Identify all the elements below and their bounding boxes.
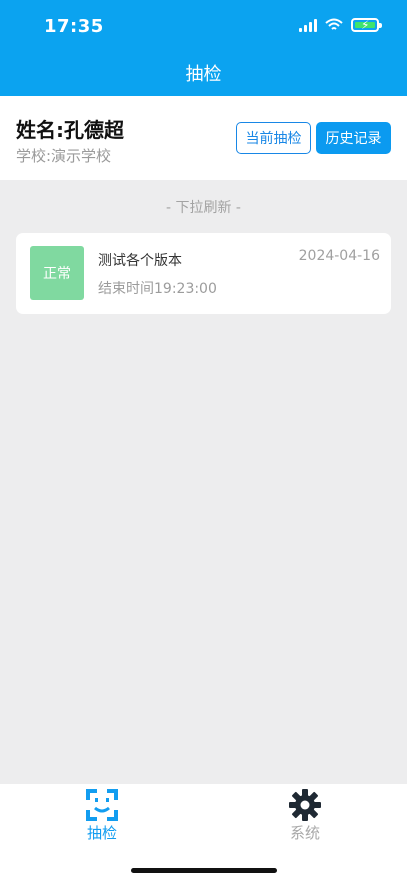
record-title: 测试各个版本: [98, 253, 182, 269]
user-name: 姓名:孔德超: [16, 118, 124, 142]
page-title: 抽检: [185, 64, 222, 85]
pull-to-refresh-hint: - 下拉刷新 -: [165, 200, 241, 216]
cellular-signal-icon: [299, 18, 317, 32]
gear-icon: [289, 789, 321, 821]
record-date: 2024-04-16: [298, 248, 380, 264]
tab-inspection-label: 抽检: [86, 824, 117, 842]
history-records-button[interactable]: 历史记录: [316, 122, 391, 154]
user-school: 学校:演示学校: [16, 147, 112, 165]
wifi-icon: [325, 18, 343, 30]
record-end-time: 结束时间19:23:00: [98, 281, 217, 297]
tab-inspection[interactable]: 抽检: [42, 788, 162, 843]
status-time: 17:35: [44, 16, 104, 37]
tab-system[interactable]: 系统: [245, 788, 365, 843]
status-badge: 正常: [30, 246, 84, 300]
tab-system-label: 系统: [289, 824, 320, 842]
home-indicator: [131, 868, 277, 873]
face-scan-icon: [86, 789, 118, 821]
status-icons: ⚡: [299, 18, 382, 32]
battery-charging-icon: ⚡: [351, 18, 382, 32]
app-header: 17:35 ⚡ 抽检: [0, 0, 407, 96]
inspection-record-card[interactable]: 正常 测试各个版本 结束时间19:23:00 2024-04-16: [16, 233, 391, 314]
current-inspection-button[interactable]: 当前抽检: [236, 122, 311, 154]
